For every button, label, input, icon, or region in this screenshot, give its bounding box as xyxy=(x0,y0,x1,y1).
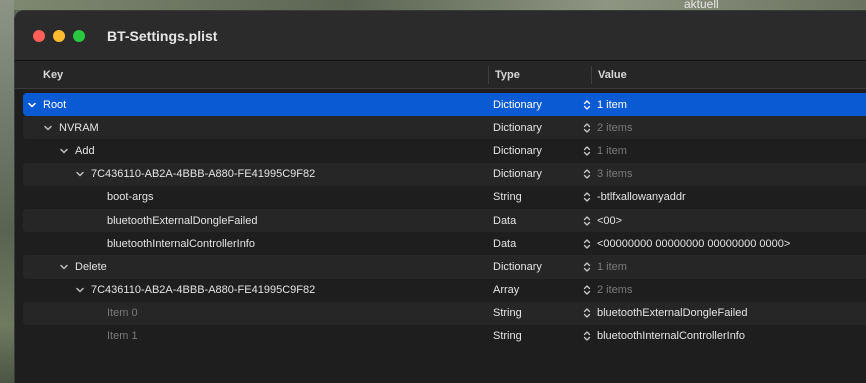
desktop-background xyxy=(0,0,866,10)
row-key-cell[interactable]: bluetoothExternalDongleFailed xyxy=(23,215,493,227)
row-type-popup[interactable]: Data xyxy=(493,215,577,227)
row-key-cell[interactable]: bluetoothInternalControllerInfo xyxy=(23,238,493,250)
type-stepper-icon[interactable] xyxy=(577,284,597,296)
row-value-cell[interactable]: <00> xyxy=(597,215,622,227)
column-header: Key Type Value xyxy=(15,61,866,89)
column-header-value[interactable]: Value xyxy=(592,66,627,84)
outline-row[interactable]: NVRAM Dictionary 2 items xyxy=(23,116,866,140)
row-key-cell[interactable]: boot-args xyxy=(23,191,493,203)
disclosure-chevron-down-icon[interactable] xyxy=(43,123,53,133)
column-header-key[interactable]: Key xyxy=(15,65,489,84)
row-key-cell[interactable]: 7C436110-AB2A-4BBB-A880-FE41995C9F82 xyxy=(23,284,493,296)
row-type-popup[interactable]: Dictionary xyxy=(493,122,577,134)
outline-row[interactable]: 7C436110-AB2A-4BBB-A880-FE41995C9F82 Dict… xyxy=(23,162,866,186)
outline-row[interactable]: Add Dictionary 1 item xyxy=(23,139,866,162)
row-value-cell[interactable]: <00000000 00000000 00000000 0000> xyxy=(597,238,790,250)
row-key-label: Item 0 xyxy=(107,307,138,320)
row-key-label: 7C436110-AB2A-4BBB-A880-FE41995C9F82 xyxy=(91,168,316,181)
row-type-popup[interactable]: Array xyxy=(493,284,577,296)
type-stepper-icon[interactable] xyxy=(577,145,597,157)
column-header-type[interactable]: Type xyxy=(489,65,592,84)
row-type-popup[interactable]: String xyxy=(493,307,577,319)
type-stepper-icon[interactable] xyxy=(577,238,597,250)
row-key-cell[interactable]: NVRAM xyxy=(23,122,493,134)
disclosure-chevron-down-icon[interactable] xyxy=(59,146,69,156)
outline-row[interactable]: Root Dictionary 1 item xyxy=(23,93,866,117)
row-key-label: bluetoothExternalDongleFailed xyxy=(107,214,258,227)
outline-row[interactable]: boot-args String -btlfxallowanyaddr xyxy=(23,186,866,209)
row-value-cell[interactable]: -btlfxallowanyaddr xyxy=(597,191,686,203)
zoom-button[interactable] xyxy=(73,29,85,42)
row-key-label: Root xyxy=(43,98,67,111)
outline-row[interactable]: 7C436110-AB2A-4BBB-A880-FE41995C9F82 Arra… xyxy=(23,279,866,302)
minimize-button[interactable] xyxy=(53,29,65,42)
row-key-label: bluetoothInternalControllerInfo xyxy=(107,237,255,250)
row-value-cell[interactable]: 1 item xyxy=(597,145,627,157)
row-type-popup[interactable]: Dictionary xyxy=(493,145,577,157)
row-key-cell[interactable]: Add xyxy=(23,145,493,157)
type-stepper-icon[interactable] xyxy=(577,215,597,227)
type-stepper-icon[interactable] xyxy=(577,99,597,111)
outline-row[interactable]: Delete Dictionary 1 item xyxy=(23,255,866,279)
titlebar[interactable]: BT-Settings.plist xyxy=(15,11,866,61)
row-key-label: NVRAM xyxy=(59,121,99,134)
row-type-popup[interactable]: Data xyxy=(493,238,577,250)
type-stepper-icon[interactable] xyxy=(577,261,597,273)
outline-row[interactable]: bluetoothInternalControllerInfo Data <0000… xyxy=(23,232,866,255)
outline-row[interactable]: Item 0 String bluetoothExternalDongleFaile… xyxy=(23,301,866,325)
type-stepper-icon[interactable] xyxy=(577,168,597,180)
row-type-popup[interactable]: String xyxy=(493,330,577,342)
disclosure-chevron-down-icon[interactable] xyxy=(75,169,85,179)
outline-row[interactable]: Item 1 String bluetoothInternalControllerI… xyxy=(23,325,866,348)
row-type-popup[interactable]: Dictionary xyxy=(493,261,577,273)
row-key-label: Delete xyxy=(75,260,107,273)
row-value-cell[interactable]: 2 items xyxy=(597,122,632,134)
row-key-label: 7C436110-AB2A-4BBB-A880-FE41995C9F82 xyxy=(91,284,316,297)
plist-outline: Root Dictionary 1 item NVRAM Dictionary 2 ite… xyxy=(23,93,866,348)
row-key-label: boot-args xyxy=(107,191,154,204)
row-value-cell[interactable]: 1 item xyxy=(597,99,627,111)
row-type-popup[interactable]: String xyxy=(493,191,577,203)
row-key-cell[interactable]: 7C436110-AB2A-4BBB-A880-FE41995C9F82 xyxy=(23,168,493,180)
row-value-cell[interactable]: 3 items xyxy=(597,168,632,180)
row-value-cell[interactable]: 2 items xyxy=(597,284,632,296)
row-key-cell[interactable]: Root xyxy=(23,99,493,111)
row-type-popup[interactable]: Dictionary xyxy=(493,168,577,180)
row-key-label: Item 1 xyxy=(107,330,138,343)
type-stepper-icon[interactable] xyxy=(577,122,597,134)
type-stepper-icon[interactable] xyxy=(577,191,597,203)
close-button[interactable] xyxy=(33,29,45,42)
row-key-cell[interactable]: Delete xyxy=(23,261,493,273)
window-controls xyxy=(33,29,85,42)
window-title: BT-Settings.plist xyxy=(107,27,218,44)
row-key-label: Add xyxy=(75,144,95,157)
row-type-popup[interactable]: Dictionary xyxy=(493,99,577,111)
desktop-background-left xyxy=(0,0,14,383)
type-stepper-icon[interactable] xyxy=(577,330,597,342)
disclosure-chevron-down-icon[interactable] xyxy=(27,100,37,110)
row-value-cell[interactable]: 1 item xyxy=(597,261,627,273)
disclosure-chevron-down-icon[interactable] xyxy=(75,285,85,295)
plist-editor-window: BT-Settings.plist Key Type Value Root Dic… xyxy=(14,10,866,383)
row-key-cell[interactable]: Item 1 xyxy=(23,330,493,342)
outline-row[interactable]: bluetoothExternalDongleFailed Data <00> xyxy=(23,208,866,233)
type-stepper-icon[interactable] xyxy=(577,307,597,319)
row-key-cell[interactable]: Item 0 xyxy=(23,307,493,319)
row-value-cell[interactable]: bluetoothExternalDongleFailed xyxy=(597,307,747,319)
disclosure-chevron-down-icon[interactable] xyxy=(59,262,69,272)
row-value-cell[interactable]: bluetoothInternalControllerInfo xyxy=(597,330,745,342)
